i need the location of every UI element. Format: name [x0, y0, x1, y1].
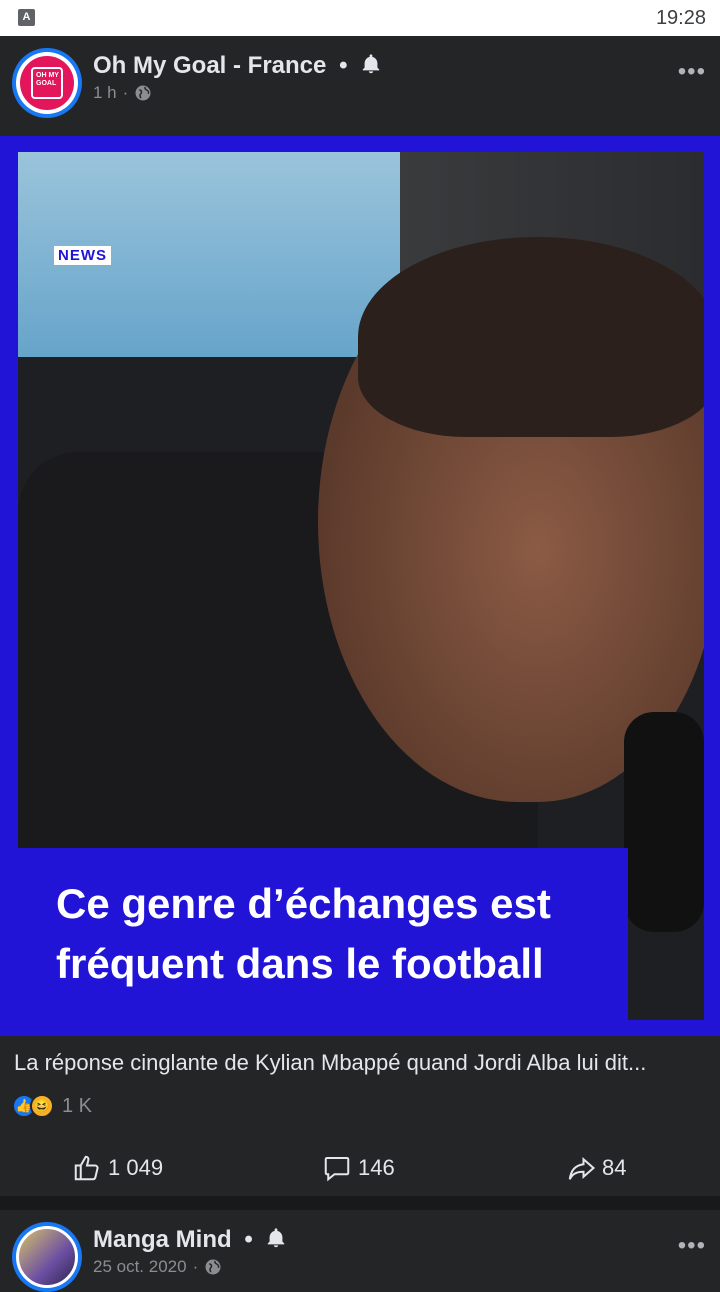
video-player[interactable]: NEWS Ce genre d’échanges est fréquent da…	[0, 136, 720, 1036]
feed-post: OH MY GOAL Oh My Goal - France • 1 h · •…	[0, 36, 720, 1196]
post-time[interactable]: 1 h	[93, 83, 117, 103]
globe-icon	[135, 85, 151, 101]
post-meta: 1 h ·	[93, 83, 152, 103]
like-button[interactable]: 1 049	[72, 1144, 163, 1192]
news-badge: NEWS	[54, 246, 111, 265]
next-feed-post: Manga Mind • 25 oct. 2020 · •••	[0, 1210, 720, 1292]
next-page-name-link[interactable]: Manga Mind	[93, 1226, 232, 1253]
more-options-button[interactable]: •••	[678, 58, 706, 86]
video-frame: NEWS Ce genre d’échanges est fréquent da…	[18, 152, 704, 1020]
comment-count: 146	[358, 1155, 395, 1180]
bell-icon[interactable]	[360, 53, 382, 75]
share-count: 84	[602, 1155, 627, 1180]
reaction-count: 1 K	[62, 1094, 93, 1117]
page-name-link[interactable]: Oh My Goal - France	[93, 52, 326, 79]
page-avatar[interactable]: OH MY GOAL	[12, 48, 82, 118]
app-notification-icon: A	[18, 9, 35, 26]
next-page-name-row: Manga Mind •	[93, 1226, 287, 1254]
thumbs-up-icon	[74, 1155, 99, 1181]
comment-icon	[324, 1157, 350, 1182]
meta-dot: ·	[192, 1257, 199, 1276]
like-count: 1 049	[108, 1155, 164, 1180]
globe-icon	[205, 1259, 221, 1275]
separator-dot: •	[244, 1226, 253, 1253]
reactions-summary[interactable]: 👍 😆 1 K	[12, 1094, 92, 1118]
next-post-time[interactable]: 25 oct. 2020	[93, 1257, 187, 1277]
video-caption: Ce genre d’échanges est fréquent dans le…	[56, 880, 551, 987]
share-icon	[568, 1157, 596, 1180]
next-more-options-button[interactable]: •••	[678, 1232, 706, 1260]
page-name-row: Oh My Goal - France •	[93, 52, 382, 80]
separator-dot: •	[339, 52, 348, 79]
post-title[interactable]: La réponse cinglante de Kylian Mbappé qu…	[14, 1050, 714, 1076]
bell-icon[interactable]	[265, 1227, 287, 1249]
haha-reaction-icon: 😆	[30, 1094, 54, 1118]
status-time: 19:28	[655, 7, 706, 29]
next-post-meta: 25 oct. 2020 ·	[93, 1257, 222, 1277]
status-bar: A 19:28	[0, 0, 720, 36]
comment-button[interactable]: 146	[322, 1144, 395, 1192]
next-page-avatar[interactable]	[12, 1222, 82, 1292]
feed-separator	[0, 1196, 720, 1210]
avatar-logo-text: OH MY GOAL	[31, 67, 63, 99]
share-button[interactable]: 84	[566, 1144, 626, 1192]
meta-dot: ·	[122, 83, 129, 102]
page-logo-icon: OH MY GOAL	[20, 56, 74, 110]
post-actions: 1 049 146 84	[0, 1144, 720, 1192]
